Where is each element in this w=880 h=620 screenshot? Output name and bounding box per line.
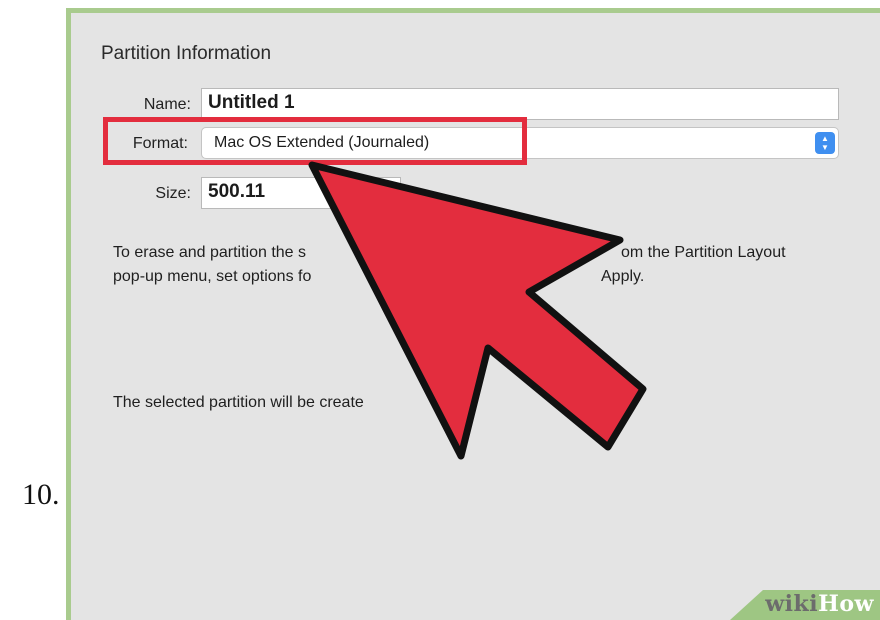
step-number: 10.	[22, 478, 60, 511]
instructions-line2-b: Apply.	[601, 268, 645, 285]
format-highlight-box	[103, 117, 527, 165]
instructions-line2-a: pop-up menu, set options fo	[113, 268, 312, 285]
status-text: The selected partition will be create	[113, 394, 364, 411]
size-field[interactable]: 500.11	[201, 177, 401, 209]
instructions-line1-b: om the Partition Layout	[621, 244, 786, 261]
name-field[interactable]: Untitled 1	[201, 88, 839, 120]
name-label: Name:	[143, 96, 191, 113]
wikihow-watermark: wikiHow	[765, 591, 874, 617]
screenshot-frame: Partition Information Name: Untitled 1 F…	[66, 8, 880, 620]
section-title: Partition Information	[101, 43, 272, 64]
size-label: Size:	[155, 185, 191, 202]
partition-info-panel: Partition Information Name: Untitled 1 F…	[71, 13, 880, 620]
instructions-line1-a: To erase and partition the s	[113, 244, 307, 261]
up-down-arrows-icon[interactable]: ▲ ▼	[815, 132, 835, 154]
